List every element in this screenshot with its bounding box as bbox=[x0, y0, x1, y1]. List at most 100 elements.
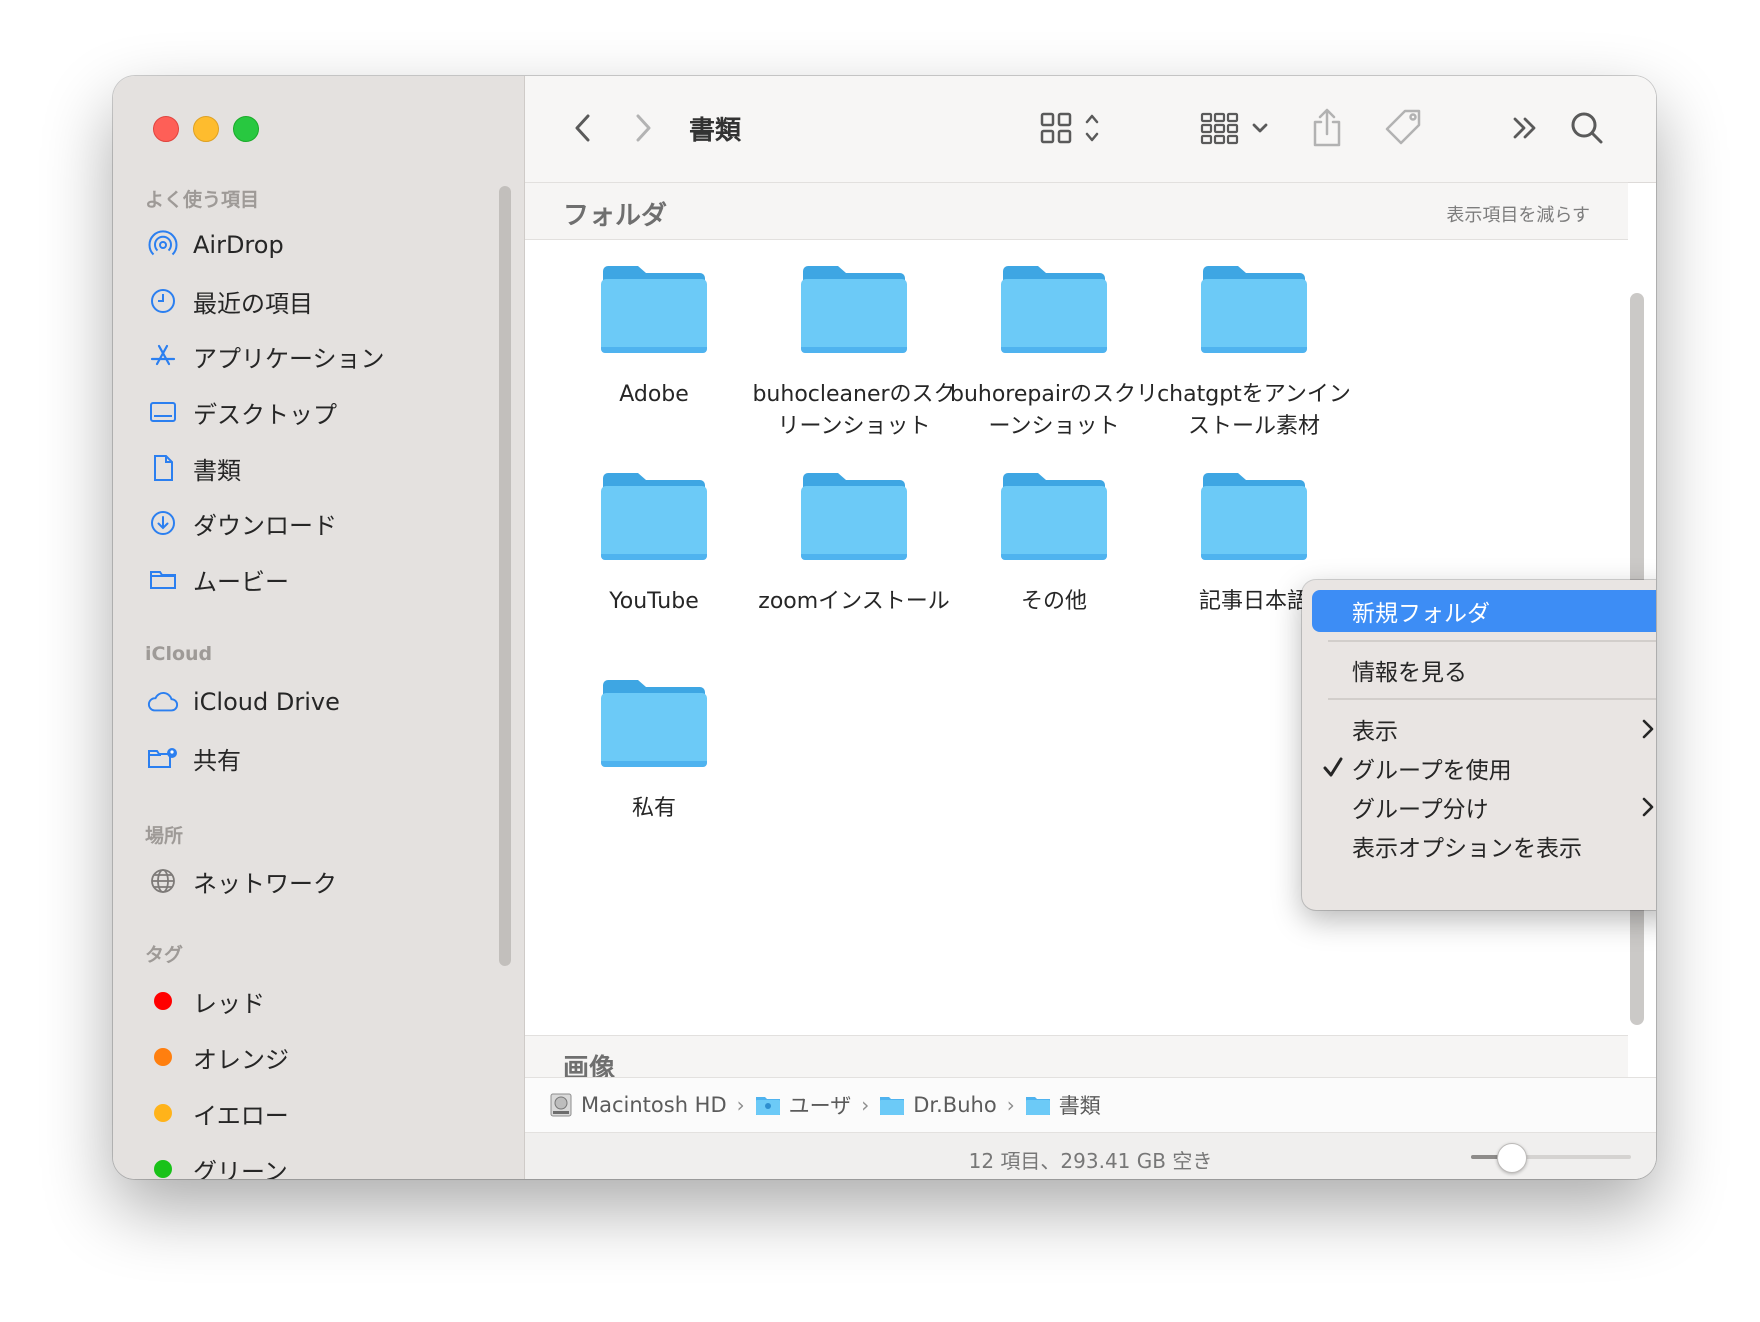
sidebar-section-locations: 場所 bbox=[145, 825, 184, 847]
sidebar-section-icloud: iCloud bbox=[145, 643, 213, 665]
chevron-right-icon bbox=[636, 114, 651, 142]
sidebar-tag-red[interactable]: レッド bbox=[147, 979, 265, 1023]
search-button[interactable] bbox=[1565, 102, 1609, 154]
folder-name: chatgptをアンインストール素材 bbox=[1157, 382, 1351, 439]
path-separator-icon: › bbox=[736, 1093, 745, 1117]
hard-drive-icon bbox=[549, 1092, 573, 1118]
back-button[interactable] bbox=[565, 102, 601, 154]
menu-item-show-view-options[interactable]: 表示オプションを表示 bbox=[1312, 825, 1656, 867]
folder-item[interactable]: buhocleanerのスクリーンショット bbox=[749, 263, 959, 443]
sidebar-item-downloads[interactable]: ダウンロード bbox=[147, 501, 337, 545]
sidebar-item-label: オレンジ bbox=[193, 1045, 289, 1074]
menu-item-label: 新規フォルダ bbox=[1352, 601, 1490, 627]
sidebar-tag-orange[interactable]: オレンジ bbox=[147, 1035, 289, 1079]
tag-button[interactable] bbox=[1379, 102, 1429, 154]
menu-item-view[interactable]: 表示 bbox=[1312, 708, 1656, 750]
menu-item-get-info[interactable]: 情報を見る bbox=[1312, 649, 1656, 691]
folder-name: buhorepairのスクリーンショット bbox=[949, 382, 1158, 439]
folder-icon bbox=[601, 473, 707, 560]
sidebar-item-network[interactable]: ネットワーク bbox=[147, 859, 337, 903]
double-chevron-right-icon bbox=[1513, 117, 1536, 139]
sidebar-tag-yellow[interactable]: イエロー bbox=[147, 1091, 289, 1135]
sidebar-item-airdrop[interactable]: AirDrop bbox=[147, 223, 284, 267]
sidebar-item-label: イエロー bbox=[193, 1101, 289, 1130]
sidebar-item-label: 共有 bbox=[193, 746, 241, 775]
sidebar-section-tags: タグ bbox=[145, 944, 184, 966]
folder-item[interactable]: その他 bbox=[949, 470, 1159, 618]
folder-item[interactable]: YouTube bbox=[549, 470, 759, 618]
folder-item[interactable]: 私有 bbox=[549, 677, 759, 825]
menu-item-label: グループ分け bbox=[1352, 797, 1489, 823]
folder-icon bbox=[601, 266, 707, 353]
group-header-folders: フォルダ 表示項目を減らす bbox=[525, 182, 1628, 240]
minimize-window-button[interactable] bbox=[193, 116, 219, 142]
sidebar-scrollbar[interactable] bbox=[499, 186, 511, 966]
folder-icon bbox=[601, 680, 707, 767]
menu-separator bbox=[1328, 640, 1656, 642]
sidebar-section-favorites: よく使う項目 bbox=[145, 189, 260, 211]
folder-name: zoomインストール bbox=[758, 589, 950, 614]
folder-icon bbox=[1201, 266, 1307, 353]
more-toolbar-button[interactable] bbox=[1505, 102, 1545, 154]
folder-name: YouTube bbox=[609, 589, 699, 614]
view-mode-button[interactable] bbox=[1033, 102, 1113, 154]
tag-color-dot bbox=[154, 992, 172, 1010]
sidebar-item-label: AirDrop bbox=[193, 231, 284, 259]
path-bar: Macintosh HD › ユーザ › Dr.Buho › 書類 bbox=[525, 1077, 1656, 1132]
menu-item-label: 表示オプションを表示 bbox=[1352, 836, 1582, 862]
sidebar-item-recents[interactable]: 最近の項目 bbox=[147, 279, 313, 323]
show-less-link[interactable]: 表示項目を減らす bbox=[1446, 201, 1590, 227]
path-item-label: ユーザ bbox=[788, 1094, 852, 1118]
menu-item-group-by[interactable]: グループ分け bbox=[1312, 786, 1656, 828]
folder-item[interactable]: Adobe bbox=[549, 263, 759, 411]
path-item-drbuho[interactable]: Dr.Buho bbox=[879, 1093, 997, 1117]
folder-icon bbox=[1201, 473, 1307, 560]
download-icon bbox=[147, 507, 179, 539]
applications-icon bbox=[147, 340, 179, 372]
folder-name: その他 bbox=[1020, 589, 1087, 614]
sidebar-item-shared[interactable]: 共有 bbox=[147, 736, 241, 780]
sidebar-item-label: アプリケーション bbox=[193, 344, 385, 373]
zoom-window-button[interactable] bbox=[233, 116, 259, 142]
folder-icon bbox=[1025, 1094, 1051, 1116]
group-by-button[interactable] bbox=[1197, 102, 1277, 154]
checkmark-icon bbox=[1323, 757, 1343, 777]
chevron-right-icon bbox=[1642, 719, 1654, 739]
sidebar-item-label: iCloud Drive bbox=[193, 688, 340, 716]
menu-item-use-groups[interactable]: グループを使用 bbox=[1312, 747, 1656, 789]
tag-color-dot bbox=[154, 1160, 172, 1178]
folder-item[interactable]: buhorepairのスクリーンショット bbox=[949, 263, 1159, 443]
path-separator-icon: › bbox=[861, 1093, 870, 1117]
slider-knob[interactable] bbox=[1497, 1143, 1527, 1173]
path-item-documents[interactable]: 書類 bbox=[1025, 1090, 1101, 1120]
path-item-macintosh-hd[interactable]: Macintosh HD bbox=[549, 1092, 727, 1118]
menu-separator bbox=[1328, 698, 1656, 700]
share-button[interactable] bbox=[1305, 102, 1349, 154]
sidebar-item-desktop[interactable]: デスクトップ bbox=[147, 390, 337, 434]
sidebar-tag-green[interactable]: グリーン bbox=[147, 1147, 288, 1179]
context-menu: 新規フォルダ 情報を見る 表示 グループを使用 グループ分け 表示オプションを表… bbox=[1302, 580, 1656, 910]
folder-item[interactable]: chatgptをアンインストール素材 bbox=[1149, 263, 1359, 443]
menu-item-label: 情報を見る bbox=[1352, 660, 1467, 686]
tag-icon bbox=[1385, 109, 1421, 145]
sidebar-item-label: ムービー bbox=[193, 567, 289, 596]
path-item-label: 書類 bbox=[1058, 1094, 1101, 1118]
users-folder-icon bbox=[755, 1094, 781, 1116]
close-window-button[interactable] bbox=[153, 116, 179, 142]
forward-button[interactable] bbox=[625, 102, 661, 154]
folder-icon bbox=[147, 563, 179, 595]
document-icon bbox=[147, 452, 179, 484]
cloud-icon bbox=[147, 686, 179, 718]
sidebar-item-documents[interactable]: 書類 bbox=[147, 446, 241, 490]
folder-item[interactable]: zoomインストール bbox=[749, 470, 959, 618]
sidebar-item-applications[interactable]: アプリケーション bbox=[147, 334, 385, 378]
finder-window: よく使う項目 AirDrop 最近の項目 アプリケーション デスクトップ 書類 … bbox=[113, 76, 1656, 1179]
sidebar: よく使う項目 AirDrop 最近の項目 アプリケーション デスクトップ 書類 … bbox=[113, 76, 525, 1179]
sidebar-item-icloud-drive[interactable]: iCloud Drive bbox=[147, 680, 340, 724]
menu-item-new-folder[interactable]: 新規フォルダ bbox=[1312, 590, 1656, 632]
path-item-label: Macintosh HD bbox=[581, 1093, 727, 1117]
icon-size-slider[interactable] bbox=[1471, 1143, 1631, 1173]
path-item-users[interactable]: ユーザ bbox=[755, 1090, 852, 1120]
sidebar-item-movies[interactable]: ムービー bbox=[147, 557, 289, 601]
folder-icon bbox=[801, 473, 907, 560]
